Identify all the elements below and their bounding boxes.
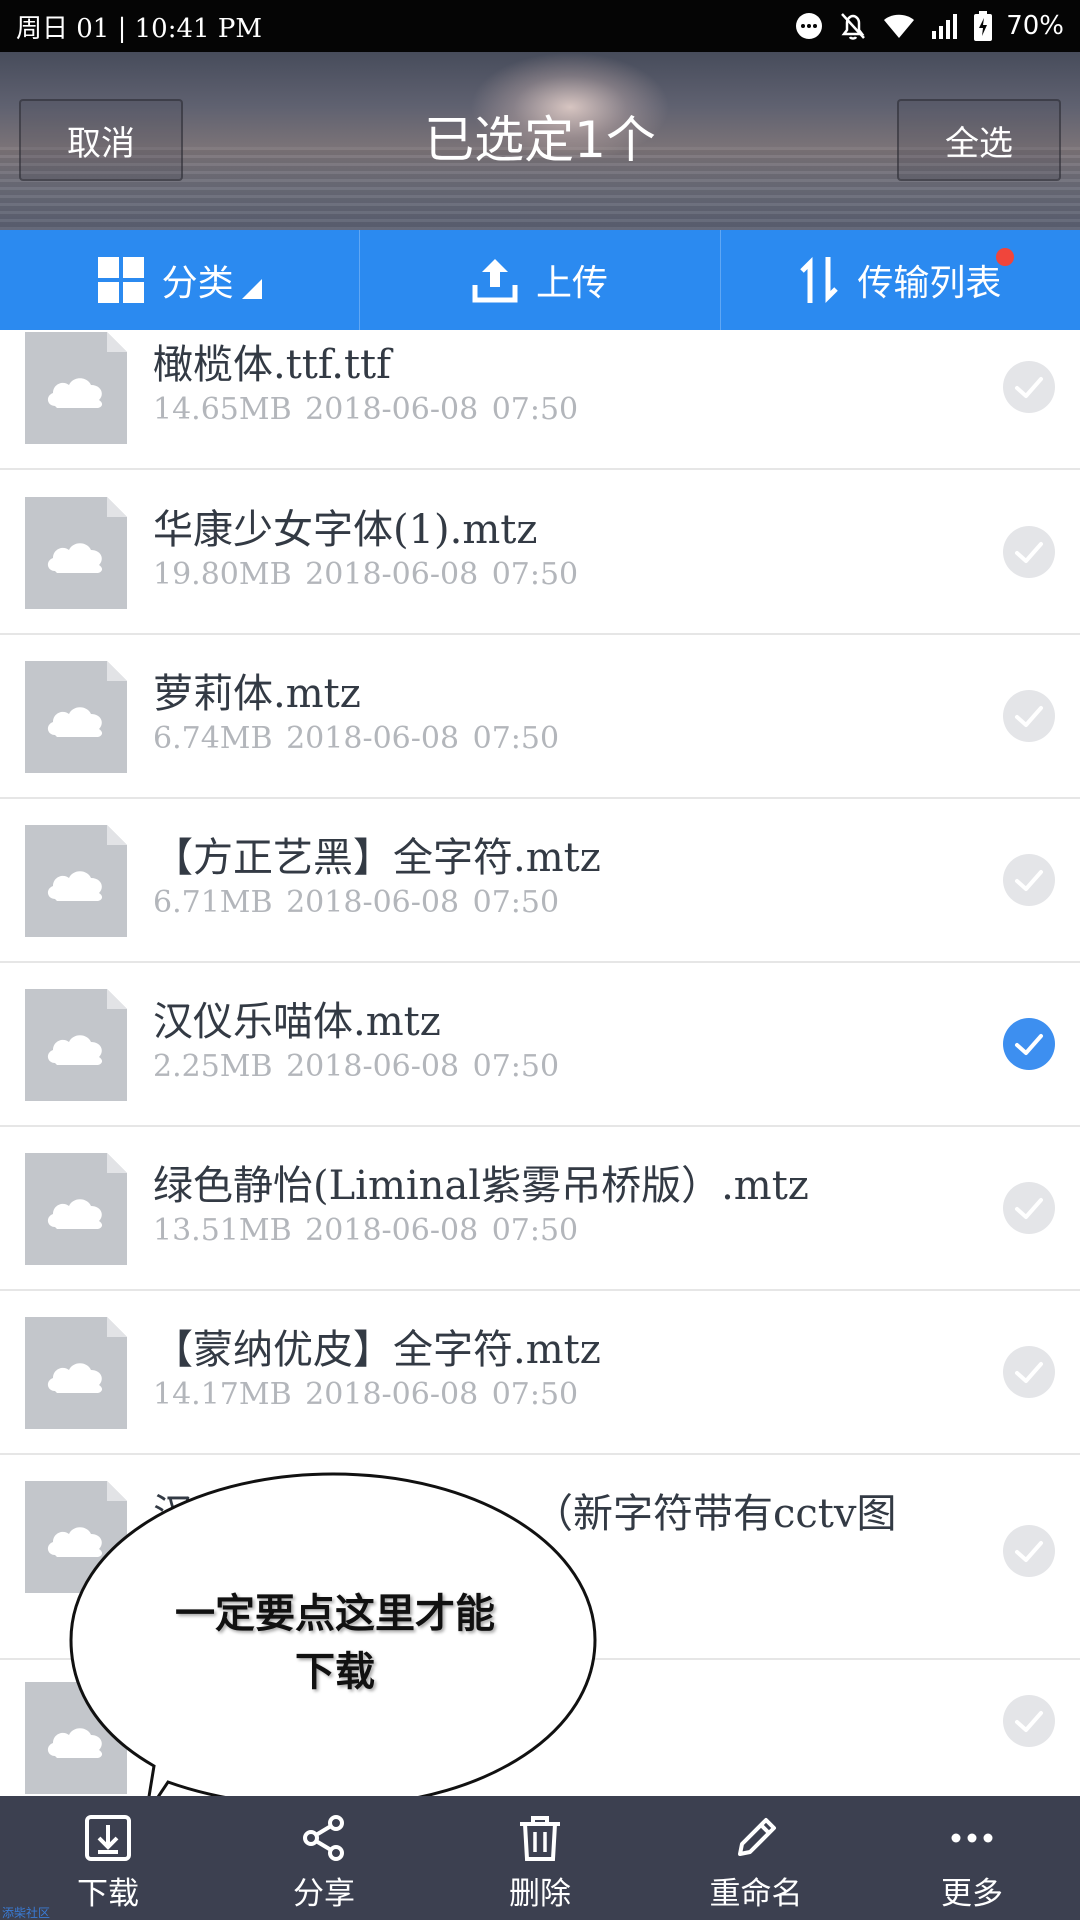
select-check-icon[interactable] — [1003, 1695, 1055, 1747]
select-check-icon[interactable] — [1003, 1525, 1055, 1577]
cloud-file-icon — [25, 661, 127, 773]
cloud-file-icon — [25, 1153, 127, 1265]
file-row[interactable]: 【蒙纳优皮】全字符.mtz 14.17MB 2018-06-08 07:50 — [0, 1291, 1080, 1455]
select-all-button[interactable]: 全选 — [897, 99, 1061, 181]
select-check-icon[interactable] — [1003, 854, 1055, 906]
status-time: 周日 01 | 10:41 PM — [16, 13, 262, 44]
file-row[interactable]: 橄榄体.ttf.ttf 14.65MB 2018-06-08 07:50 — [0, 330, 1080, 470]
file-row[interactable]: 汉仪乐喵体.mtz 2.25MB 2018-06-08 07:50 — [0, 963, 1080, 1127]
file-name: 汉仪乐喵体.mtz — [153, 999, 441, 1045]
delete-label: 删除 — [509, 1876, 571, 1912]
share-label: 分享 — [293, 1876, 355, 1912]
cloud-file-icon — [25, 989, 127, 1101]
cloud-file-icon — [25, 825, 127, 937]
rename-label: 重命名 — [709, 1876, 803, 1912]
file-name: 萝莉体.mtz — [153, 671, 361, 717]
tab-upload-label: 上传 — [535, 263, 608, 304]
selected-check-icon[interactable] — [1003, 1018, 1055, 1070]
more-button[interactable]: 更多 — [864, 1796, 1080, 1920]
share-icon — [303, 1815, 344, 1861]
delete-button[interactable]: 删除 — [432, 1796, 648, 1920]
tab-category-label: 分类 — [161, 263, 234, 304]
file-meta: 2.25MB 2018-06-08 07:50 — [153, 1049, 560, 1084]
select-check-icon[interactable] — [1003, 690, 1055, 742]
signal-icon — [932, 14, 958, 39]
more-label: 更多 — [941, 1876, 1003, 1912]
file-row[interactable]: 绿色静怡(Liminal紫雾吊桥版）.mtz 13.51MB 2018-06-0… — [0, 1127, 1080, 1291]
battery-percent: 70% — [1006, 11, 1064, 41]
select-check-icon[interactable] — [1003, 1182, 1055, 1234]
upload-icon — [472, 259, 518, 303]
file-row[interactable]: 萝莉体.mtz 6.74MB 2018-06-08 07:50 — [0, 635, 1080, 799]
battery-icon — [974, 11, 993, 41]
file-meta: 6.71MB 2018-06-08 07:50 — [153, 885, 560, 920]
chat-bubble-icon — [796, 13, 823, 39]
select-check-icon[interactable] — [1003, 361, 1055, 413]
file-name: 华康少女字体(1).mtz — [153, 507, 538, 553]
select-check-icon[interactable] — [1003, 526, 1055, 578]
annotation-line-1: 一定要点这里才能 — [175, 1591, 495, 1637]
notification-dot — [995, 248, 1014, 266]
rename-button[interactable]: 重命名 — [648, 1796, 864, 1920]
download-button[interactable]: 下载 — [0, 1796, 216, 1920]
file-name: 绿色静怡(Liminal紫雾吊桥版）.mtz — [153, 1163, 809, 1209]
trash-icon — [520, 1816, 560, 1861]
bottom-toolbar: 下载 分享 删除 重命名 更多 — [0, 1796, 1080, 1920]
file-meta: 6.74MB 2018-06-08 07:50 — [153, 721, 560, 756]
annotation-text: 一定要点这里才能 下载 — [100, 1585, 570, 1701]
tab-transfer-list[interactable]: 传输列表 — [721, 230, 1080, 330]
watermark: 添柴社区 — [2, 1906, 51, 1920]
mute-bell-icon — [841, 13, 866, 40]
more-icon — [951, 1833, 993, 1843]
tab-transfer-label: 传输列表 — [857, 263, 1002, 304]
status-bar: 周日 01 | 10:41 PM 70% — [0, 0, 1080, 52]
cloud-file-icon — [25, 497, 127, 609]
triangle-dropdown-icon — [241, 279, 262, 299]
tab-category[interactable]: 分类 — [0, 230, 361, 330]
grid-icon — [97, 257, 144, 303]
select-check-icon[interactable] — [1003, 1346, 1055, 1398]
tab-bar: 分类 上传 传输列表 — [0, 230, 1080, 330]
file-meta: 13.51MB 2018-06-08 07:50 — [153, 1213, 579, 1248]
pencil-icon — [738, 1818, 776, 1856]
download-label: 下载 — [77, 1876, 139, 1912]
wifi-icon — [884, 14, 915, 38]
file-row[interactable]: 华康少女字体(1).mtz 19.80MB 2018-06-08 07:50 — [0, 471, 1080, 635]
file-name: 【蒙纳优皮】全字符.mtz — [153, 1327, 601, 1373]
file-meta: 19.80MB 2018-06-08 07:50 — [153, 557, 579, 592]
share-button[interactable]: 分享 — [216, 1796, 432, 1920]
tab-upload[interactable]: 上传 — [360, 230, 721, 330]
transfer-icon — [800, 256, 839, 304]
status-icons: 70% — [794, 10, 1064, 42]
cloud-file-icon — [25, 1317, 127, 1429]
file-row[interactable]: 【方正艺黑】全字符.mtz 6.71MB 2018-06-08 07:50 — [0, 799, 1080, 963]
download-icon — [85, 1815, 131, 1861]
file-meta: 14.17MB 2018-06-08 07:50 — [153, 1377, 579, 1412]
file-name: 橄榄体.ttf.ttf — [153, 342, 391, 388]
file-meta: 14.65MB 2018-06-08 07:50 — [153, 392, 579, 427]
selection-header: 取消 已选定1个 全选 — [0, 52, 1080, 230]
file-name: 【方正艺黑】全字符.mtz — [153, 835, 601, 881]
cloud-file-icon — [25, 332, 127, 444]
annotation-line-2: 下载 — [295, 1649, 375, 1695]
